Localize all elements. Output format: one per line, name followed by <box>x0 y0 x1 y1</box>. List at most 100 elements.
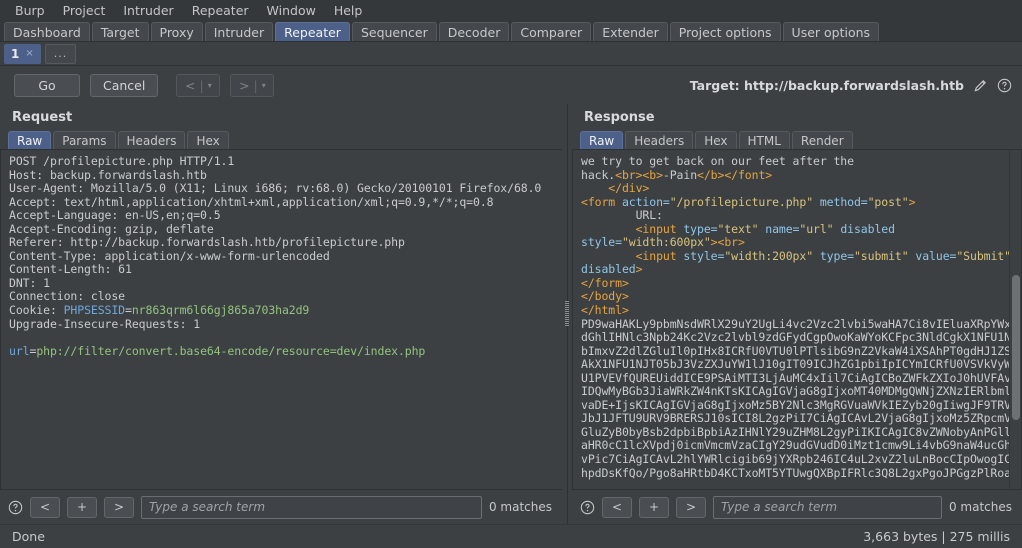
chevron-down-icon: ▾ <box>261 80 266 90</box>
request-search-bar: < + > 0 matches <box>0 490 562 524</box>
question-icon[interactable] <box>997 78 1012 93</box>
request-tab-params[interactable]: Params <box>53 131 116 149</box>
button-separator: | <box>199 77 204 93</box>
target-label: Target: http://backup.forwardslash.htb <box>689 77 964 93</box>
request-line: Referer: http://backup.forwardslash.htb/… <box>9 235 405 250</box>
divider-grip-icon[interactable] <box>565 301 569 327</box>
forward-button[interactable]: > | ▾ <box>230 73 275 97</box>
response-scrollbar[interactable] <box>1009 150 1021 489</box>
tab-comparer[interactable]: Comparer <box>511 22 592 41</box>
response-stats: 3,663 bytes | 275 millis <box>863 529 1010 544</box>
tab-decoder[interactable]: Decoder <box>438 22 510 41</box>
close-icon[interactable]: × <box>25 48 33 59</box>
search-next-button[interactable]: > <box>676 496 706 518</box>
response-search-bar: < + > 0 matches <box>572 490 1022 524</box>
response-tab-headers[interactable]: Headers <box>625 131 694 149</box>
request-tab-hex[interactable]: Hex <box>187 131 229 149</box>
repeater-tab-strip: 1 × ... <box>0 42 1022 66</box>
response-tab-hex[interactable]: Hex <box>695 131 737 149</box>
back-button[interactable]: < | ▾ <box>176 73 221 97</box>
request-line: Connection: close <box>9 289 126 304</box>
request-editor[interactable]: POST /profilepicture.php HTTP/1.1 Host: b… <box>0 149 562 490</box>
search-next-button[interactable]: > <box>104 496 134 518</box>
panel-divider[interactable] <box>562 104 572 524</box>
response-editor[interactable]: we try to get back on our feet after the… <box>572 149 1022 490</box>
response-line: <input type="text" name="url" disabled <box>635 221 895 236</box>
menu-item-project[interactable]: Project <box>54 1 115 20</box>
tab-target[interactable]: Target <box>91 22 149 41</box>
response-tab-raw[interactable]: Raw <box>580 131 624 149</box>
response-base64-line: hpdDsKfQo/Pgo8aHRtbD4KCTxoMT5YTUwgQXBpIF… <box>581 465 1021 480</box>
tab-dashboard[interactable]: Dashboard <box>4 22 90 41</box>
back-arrow-icon: < <box>185 77 196 93</box>
request-line: Accept-Language: en-US,en;q=0.5 <box>9 208 221 223</box>
button-separator: | <box>253 77 258 93</box>
request-tab-headers[interactable]: Headers <box>117 131 186 149</box>
response-line: </form> <box>581 275 629 290</box>
response-title: Response <box>584 110 655 125</box>
target-area: Target: http://backup.forwardslash.htb <box>690 78 1012 93</box>
go-button[interactable]: Go <box>14 73 80 97</box>
repeater-tab-1[interactable]: 1 × <box>4 43 41 64</box>
request-line: Accept-Encoding: gzip, deflate <box>9 221 214 236</box>
request-search-input[interactable] <box>141 495 482 519</box>
request-line: DNT: 1 <box>9 275 50 290</box>
search-prev-button[interactable]: < <box>602 496 632 518</box>
response-tab-html[interactable]: HTML <box>738 131 790 149</box>
search-add-button[interactable]: + <box>639 496 669 518</box>
status-message: Done <box>12 529 45 544</box>
tab-user-options[interactable]: User options <box>782 22 880 41</box>
main-tab-strip: Dashboard Target Proxy Intruder Repeater Sequ… <box>0 20 1022 42</box>
request-line: Content-Type: application/x-www-form-url… <box>9 248 330 263</box>
response-base64-line: PD9waHAKLy9pbmNsdWRlX29uY2UgLi4vc2Vzc2lv… <box>581 316 1021 331</box>
response-base64-line: AkX1NFU1NJT05bJ3VzZXJuYW1lJ10gIT09ICJhZG… <box>581 357 1021 372</box>
tab-extender[interactable]: Extender <box>593 22 668 41</box>
response-line: <form action="/profilepicture.php" metho… <box>581 194 916 209</box>
tab-repeater[interactable]: Repeater <box>275 22 350 41</box>
repeater-toolbar: Go Cancel < | ▾ > | ▾ Target: http://bac… <box>0 66 1022 104</box>
request-line: Content-Length: 61 <box>9 262 132 277</box>
status-bar: Done 3,663 bytes | 275 millis <box>0 524 1022 548</box>
response-line: style="width:600px"><br> <box>581 235 745 250</box>
question-icon[interactable] <box>8 500 23 515</box>
response-raw-text[interactable]: we try to get back on our feet after the… <box>573 150 1021 489</box>
menu-item-intruder[interactable]: Intruder <box>114 1 182 20</box>
tab-intruder[interactable]: Intruder <box>204 22 274 41</box>
tab-proxy[interactable]: Proxy <box>150 22 203 41</box>
response-base64-line: GluZyB0byBsb2dpbiBpbiAzIHNlY29uZHM8L2gyP… <box>581 424 1021 439</box>
tab-sequencer[interactable]: Sequencer <box>351 22 437 41</box>
response-base64-line: vPic7CiAgICAvL2hlYWRlcigib69jYXRpb246IC4… <box>581 452 1021 467</box>
menu-item-repeater[interactable]: Repeater <box>183 1 258 20</box>
tab-project-options[interactable]: Project options <box>669 22 781 41</box>
search-add-button[interactable]: + <box>67 496 97 518</box>
repeater-tab-overflow[interactable]: ... <box>44 43 77 64</box>
response-line: URL: <box>581 208 663 223</box>
request-panel: Request Raw Params Headers Hex POST /profil… <box>0 104 562 524</box>
response-line: </div> <box>608 181 650 196</box>
request-line: Accept: text/html,application/xhtml+xml,… <box>9 194 494 209</box>
response-base64-line: aHR0cC1lcXVpdj0icmVmcmVzaCIgY29udGVudD0i… <box>581 438 1021 453</box>
response-tab-render[interactable]: Render <box>791 131 853 149</box>
response-base64-line: dGhlIHNlc3Npb24Kc2Vzc2lvbl9zdGFydCgpOwoK… <box>581 330 1021 345</box>
search-prev-button[interactable]: < <box>30 496 60 518</box>
pencil-icon[interactable] <box>973 78 988 93</box>
request-line: Upgrade-Insecure-Requests: 1 <box>9 316 201 331</box>
request-line: Cookie: PHPSESSID=nr863qrm6l66gj865a703h… <box>9 303 310 318</box>
cancel-button[interactable]: Cancel <box>90 73 159 97</box>
menu-item-window[interactable]: Window <box>258 1 325 20</box>
response-panel: Response Raw Headers Hex HTML Render we try … <box>572 104 1022 524</box>
request-tab-raw[interactable]: Raw <box>8 131 52 149</box>
response-base64-line: JbJ1JFTU9URV9BRERSJ10sICI8L2gzPiI7CiAgIC… <box>581 411 1021 426</box>
menu-item-help[interactable]: Help <box>325 1 372 20</box>
request-match-count: 0 matches <box>488 500 552 514</box>
question-icon[interactable] <box>580 500 595 515</box>
response-base64-line: bImxvZ2dlZGluIl0pIHx8ICRfU0VTU0lPTlsibG9… <box>581 343 1021 358</box>
menu-item-burp[interactable]: Burp <box>6 1 54 20</box>
response-scrollbar-thumb[interactable] <box>1012 275 1020 420</box>
response-line: disabled> <box>581 262 643 277</box>
response-search-input[interactable] <box>713 495 942 519</box>
response-base64-line: vaDE+IjsKICAgIGVjaG8gIjxoMz5BY2Nlc3MgRGV… <box>581 397 1021 412</box>
request-line <box>9 331 554 345</box>
request-raw-text[interactable]: POST /profilepicture.php HTTP/1.1 Host: b… <box>1 150 562 489</box>
response-base64-line: U1PVEVfQUREUiddICE9PSAiMTI3LjAuMC4xIil7C… <box>581 370 1021 385</box>
